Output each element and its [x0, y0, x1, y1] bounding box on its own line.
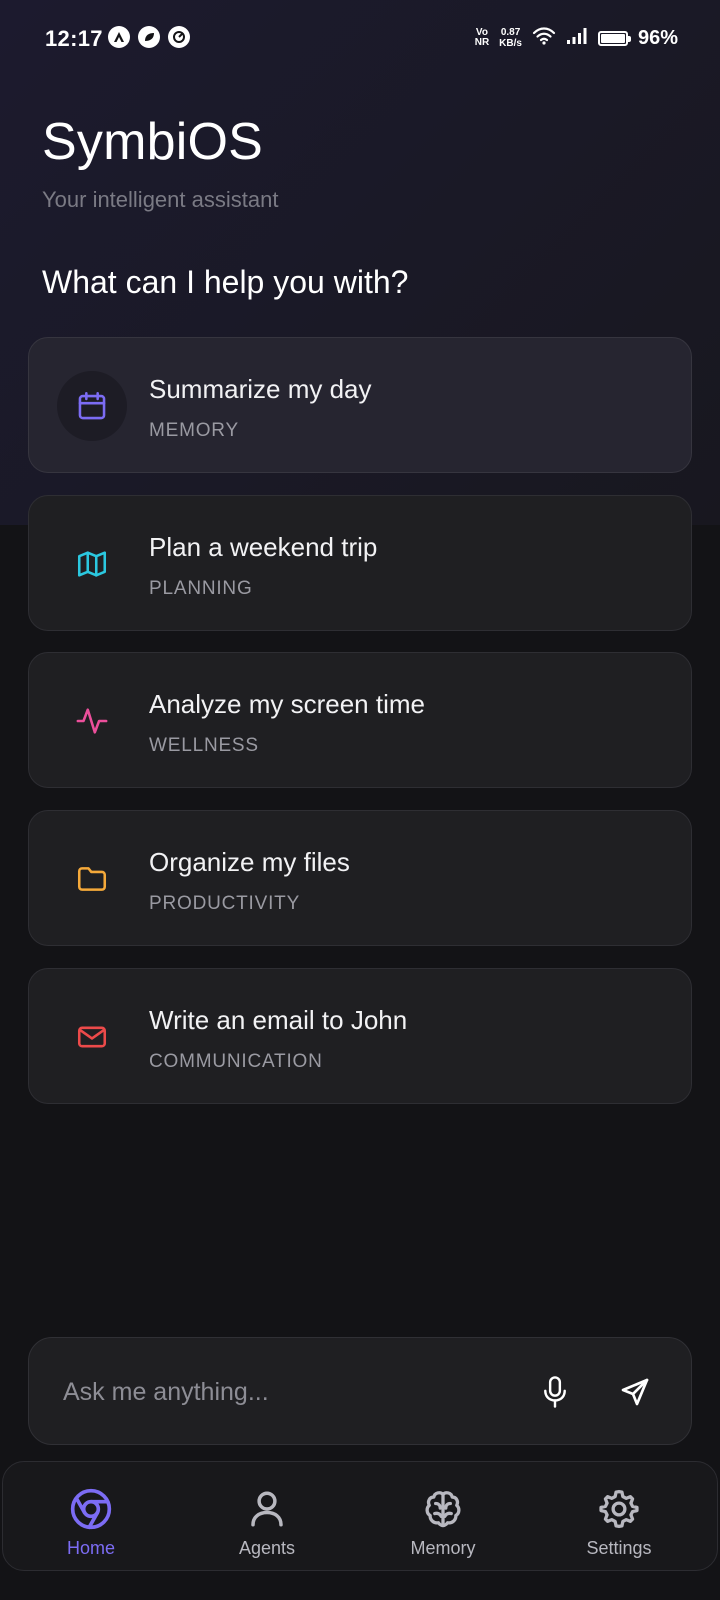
app-screen: 12:17 Vo NR 0.87 KB/s 96% SymbiOS Your i…	[0, 0, 720, 1600]
microphone-button[interactable]	[533, 1370, 577, 1414]
suggestion-card-write-email[interactable]: Write an email to John COMMUNICATION	[28, 968, 692, 1104]
microphone-icon	[544, 1376, 566, 1408]
suggestion-card-organize-files[interactable]: Organize my files PRODUCTIVITY	[28, 810, 692, 946]
brain-icon	[425, 1491, 461, 1528]
suggestion-category: MEMORY	[149, 420, 239, 441]
suggestion-card-summarize-day[interactable]: Summarize my day MEMORY	[28, 337, 692, 473]
battery-percent: 96%	[637, 26, 678, 49]
vonr-line2: NR	[474, 37, 490, 48]
speedometer-notification-icon	[168, 26, 190, 48]
network-speed-value: 0.87	[500, 27, 521, 38]
card-icon-container	[57, 1002, 127, 1072]
chat-input-bar	[28, 1337, 692, 1445]
battery-icon	[597, 30, 631, 46]
nav-label: Home	[66, 1538, 115, 1558]
network-speed-unit: KB/s	[499, 38, 522, 49]
card-icon-container	[57, 529, 127, 599]
app-a-notification-icon	[108, 26, 130, 48]
suggestion-category: COMMUNICATION	[149, 1051, 323, 1072]
app-title: SymbiOS	[42, 113, 264, 171]
vonr-indicator: Vo NR	[475, 28, 489, 48]
ask-input[interactable]	[63, 1372, 503, 1412]
home-chrome-icon	[70, 1488, 112, 1530]
send-button[interactable]	[613, 1370, 657, 1414]
suggestion-title: Organize my files	[149, 847, 350, 877]
activity-icon	[76, 708, 108, 734]
suggestion-title: Summarize my day	[149, 374, 372, 404]
suggestion-title: Analyze my screen time	[149, 689, 425, 719]
suggestion-card-screen-time[interactable]: Analyze my screen time WELLNESS	[28, 652, 692, 788]
status-bar: 12:17 Vo NR 0.87 KB/s 96%	[0, 0, 720, 78]
nav-icon-wrap	[244, 1486, 290, 1532]
system-status-icons: Vo NR 0.87 KB/s 96%	[475, 22, 678, 54]
folder-icon	[77, 867, 107, 891]
nav-icon-wrap	[596, 1486, 642, 1532]
nav-label: Memory	[410, 1538, 476, 1558]
suggestion-card-weekend-trip[interactable]: Plan a weekend trip PLANNING	[28, 495, 692, 631]
nav-label: Agents	[238, 1538, 296, 1558]
suggestion-title: Plan a weekend trip	[149, 532, 378, 562]
suggestion-category: PLANNING	[149, 578, 253, 599]
network-speed: 0.87 KB/s	[499, 27, 522, 49]
suggestion-category: WELLNESS	[149, 735, 259, 756]
calendar-icon	[78, 391, 106, 420]
suggestion-category: PRODUCTIVITY	[149, 893, 301, 914]
nav-home[interactable]: Home	[26, 1462, 156, 1572]
nav-icon-wrap	[68, 1486, 114, 1532]
app-subtitle: Your intelligent assistant	[42, 187, 279, 212]
nav-settings[interactable]: Settings	[554, 1462, 684, 1572]
user-icon	[251, 1491, 283, 1527]
gear-icon	[599, 1489, 639, 1529]
wifi-icon	[532, 26, 556, 51]
nav-agents[interactable]: Agents	[202, 1462, 332, 1572]
nav-label: Settings	[586, 1538, 652, 1558]
notification-icons	[108, 26, 190, 48]
leaf-notification-icon	[138, 26, 160, 48]
map-icon	[77, 551, 107, 577]
card-icon-container	[57, 686, 127, 756]
card-icon-container	[57, 844, 127, 914]
suggestion-title: Write an email to John	[149, 1005, 408, 1035]
prompt-heading: What can I help you with?	[42, 264, 409, 300]
card-icon-container	[57, 371, 127, 441]
mail-icon	[77, 1026, 107, 1048]
signal-icon	[566, 27, 588, 50]
bottom-navigation: Home Agents Memory Settings	[2, 1461, 718, 1571]
status-time: 12:17	[45, 26, 103, 51]
nav-memory[interactable]: Memory	[378, 1462, 508, 1572]
nav-icon-wrap	[420, 1486, 466, 1532]
send-icon	[621, 1378, 649, 1406]
